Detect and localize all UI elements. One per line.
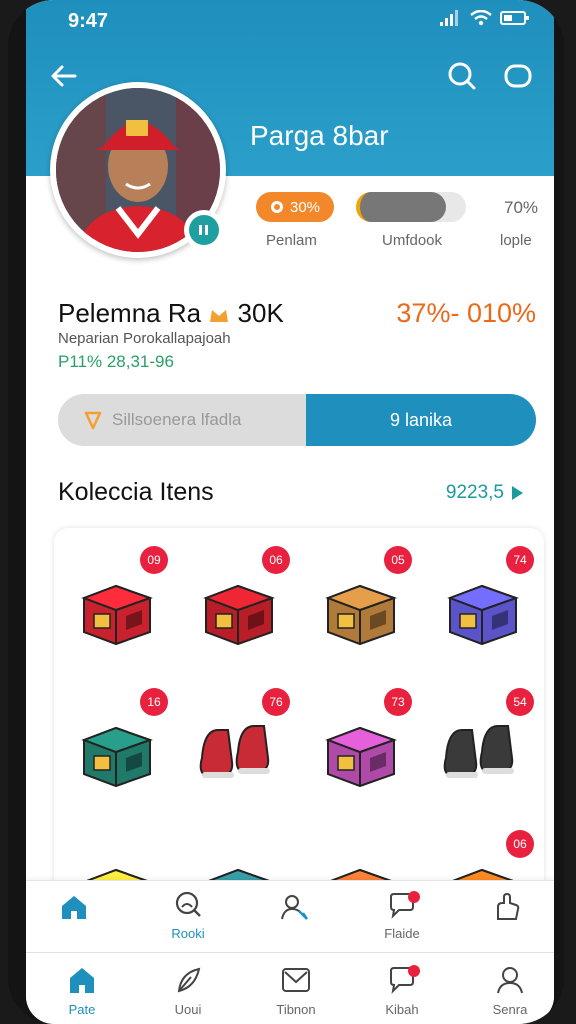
battery-icon — [500, 11, 529, 25]
item-count-badge: 76 — [262, 688, 290, 716]
nav-bottom-mail-label: Tibnon — [276, 1002, 316, 1017]
back-button[interactable] — [44, 56, 84, 96]
user-add-icon — [281, 895, 308, 920]
nav-top-search-label: Rooki — [171, 926, 205, 941]
search-icon — [448, 62, 476, 90]
crown-icon — [210, 310, 229, 323]
segment-right[interactable]: 9 lanika — [306, 394, 536, 446]
segment-control: Sillsoenera lfadla 9 lanika — [58, 394, 536, 446]
profile-stats: 30% 70% Penlam Umfdook lople — [252, 190, 552, 260]
collection-item[interactable]: 54 — [422, 678, 544, 828]
progress-fill — [356, 192, 447, 222]
info-green-text: P11% 28,31-96 — [58, 352, 174, 371]
notification-dot — [408, 965, 420, 977]
shield-icon — [84, 411, 102, 430]
collection-title: Koleccia Itens — [58, 478, 214, 506]
collection-link[interactable]: 9223,5 — [446, 482, 524, 504]
info-subtitle: Neparian Porokallapajoah — [58, 330, 231, 347]
stat1-value: 30% — [289, 198, 321, 216]
home-icon — [62, 896, 86, 919]
person-icon — [497, 967, 523, 994]
notification-dot — [408, 891, 420, 903]
back-arrow-icon — [51, 65, 77, 87]
profile-name: Parga 8bar — [250, 120, 389, 151]
progress-bar — [356, 192, 466, 222]
item-count-badge: 06 — [262, 546, 290, 574]
item-count-badge: 16 — [140, 688, 168, 716]
info-rate: 37%- 010% — [396, 298, 536, 328]
item-count-badge: 06 — [506, 830, 534, 858]
nav-top-home[interactable] — [34, 893, 114, 926]
nav-top-hand[interactable] — [468, 892, 548, 926]
item-count-badge: 54 — [506, 688, 534, 716]
status-icons — [440, 10, 530, 26]
nav-top-chat[interactable]: Flaide — [362, 891, 442, 941]
info-title-value: 30K — [237, 298, 284, 328]
avatar[interactable] — [50, 82, 226, 258]
nav-top-search[interactable]: Rooki — [148, 891, 228, 941]
stat-pill[interactable]: 30% — [256, 192, 334, 222]
nav-bottom-profile[interactable]: Senra — [470, 965, 550, 1017]
hand-icon — [497, 892, 520, 920]
home-icon — [70, 968, 94, 993]
collection-item[interactable]: 73 — [300, 678, 422, 828]
nav-top-chat-label: Flaide — [384, 926, 420, 941]
coin-icon — [270, 201, 283, 213]
segment-left-label: Sillsoenera lfadla — [112, 410, 242, 429]
screen: 9:47 Parga 8bar 30% 70% Penlam Umfdook l… — [26, 0, 554, 1024]
item-count-badge: 05 — [384, 546, 412, 574]
chat-bubble-icon — [504, 64, 532, 88]
collection-item[interactable]: 76 — [178, 678, 300, 828]
wifi-icon — [470, 10, 492, 26]
search-button[interactable] — [442, 56, 482, 96]
nav-bottom-home-label: Pate — [68, 1002, 96, 1017]
nav-bottom-feather[interactable]: Uoui — [148, 965, 228, 1017]
info-title-text: Pelemna Ra — [58, 298, 202, 328]
collection-item[interactable]: 09 — [56, 536, 178, 686]
play-arrow-icon — [512, 486, 523, 500]
collection-item[interactable]: 16 — [56, 678, 178, 828]
nav-bottom-home[interactable]: Pate — [42, 965, 122, 1017]
status-time: 9:47 — [68, 10, 109, 32]
check-icon — [199, 225, 208, 235]
status-bar: 9:47 — [26, 0, 554, 40]
secondary-nav: Rooki Flaide — [26, 880, 554, 943]
signal-icon — [440, 10, 458, 26]
collection-item[interactable]: 74 — [422, 536, 544, 686]
collection-item[interactable]: 06 — [178, 536, 300, 686]
stat2-label: Umfdook — [382, 232, 443, 249]
nav-bottom-mail[interactable]: Tibnon — [256, 965, 336, 1017]
nav-bottom-chat-label: Kibah — [385, 1002, 419, 1017]
nav-bottom-chat[interactable]: Kibah — [362, 965, 442, 1017]
nav-top-user[interactable] — [254, 893, 334, 926]
verified-badge — [184, 210, 224, 250]
collection-grid: 09 06 05 74 16 76 73 54 06 — [54, 528, 544, 908]
nav-bottom-feather-label: Uoui — [174, 1002, 202, 1017]
search-icon — [175, 891, 201, 917]
stat3-label: lople — [500, 232, 532, 249]
stat1-label: Penlam — [266, 232, 317, 249]
segment-left[interactable]: Sillsoenera lfadla — [58, 394, 306, 446]
nav-bottom-profile-label: Senra — [492, 1002, 528, 1017]
info-title: Pelemna Ra 30K — [58, 298, 284, 329]
phone-frame: 9:47 Parga 8bar 30% 70% Penlam Umfdook l… — [8, 0, 564, 1024]
collection-link-text: 9223,5 — [445, 482, 504, 503]
mail-icon — [282, 968, 310, 992]
item-count-badge: 74 — [506, 546, 534, 574]
message-button[interactable] — [498, 56, 538, 96]
segment-right-label: 9 lanika — [389, 409, 453, 430]
bottom-nav: Pate Uoui Tibnon Kibah Senra — [26, 952, 554, 1024]
item-count-badge: 73 — [384, 688, 412, 716]
collection-item[interactable]: 05 — [300, 536, 422, 686]
feather-icon — [177, 967, 201, 993]
stat3-value: 70% — [504, 198, 539, 217]
item-count-badge: 09 — [140, 546, 168, 574]
